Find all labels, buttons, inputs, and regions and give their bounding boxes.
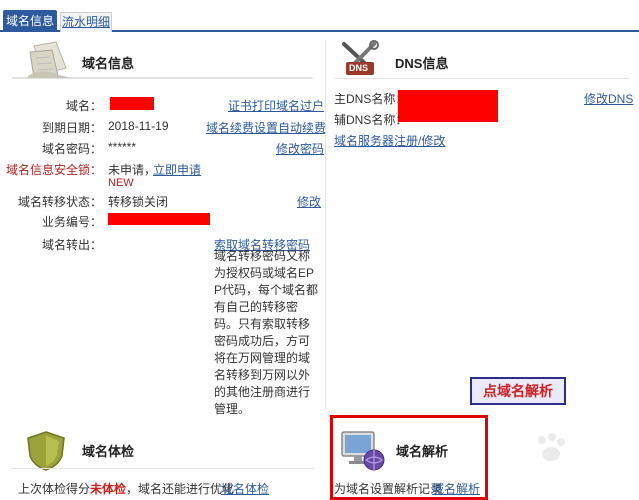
transfer-out-label: 域名转出：: [41, 238, 102, 252]
domain-name-redacted: [110, 97, 154, 110]
click-resolve-callout: 点域名解析: [470, 377, 566, 405]
domain-password-value: ******: [108, 140, 137, 154]
dns-info-title: DNS信息: [395, 56, 449, 71]
modify-dns-link[interactable]: 修改DNS: [584, 90, 633, 107]
business-number-label: 业务编号：: [41, 215, 102, 229]
tab-transaction-details[interactable]: 流水明细: [60, 12, 112, 32]
primary-dns-label: 主DNS名称：: [334, 92, 408, 106]
domain-password-label: 域名密码：: [41, 142, 102, 156]
health-check-link[interactable]: 域名体检: [221, 480, 269, 497]
baidu-paw-icon: [538, 433, 565, 461]
dns-icon-label: DNS: [349, 63, 369, 73]
health-check-prefix: 上次体检得分: [18, 482, 91, 496]
expire-date-value: 2018-11-19: [108, 119, 169, 133]
tab-domain-info[interactable]: 域名信息: [3, 10, 57, 32]
change-password-link[interactable]: 修改密码: [276, 140, 324, 157]
renew-link[interactable]: 域名续费: [206, 119, 254, 136]
security-lock-label: 域名信息安全锁：: [5, 163, 102, 177]
domain-info-title: 域名信息: [82, 56, 135, 71]
domain-transfer-link[interactable]: 域名过户: [276, 97, 324, 114]
print-certificate-link[interactable]: 证书打印: [228, 97, 276, 114]
health-check-score: 未体检: [90, 482, 127, 496]
dns-server-register-link[interactable]: 域名服务器注册/修改: [334, 132, 445, 149]
secondary-dns-label: 辅DNS名称：: [334, 113, 408, 127]
domain-label: 域名：: [65, 99, 102, 113]
health-check-line: 上次体检得分未体检，域名还能进行优化: [18, 480, 234, 497]
health-check-divider: [12, 468, 314, 469]
dns-values-redacted: [398, 90, 498, 122]
tab-bar: 域名信息 流水明细: [0, 0, 639, 32]
auto-renew-link[interactable]: 设置自动续费: [254, 119, 326, 136]
transfer-status-value: 转移锁关闭: [108, 195, 169, 209]
shield-icon: [27, 431, 65, 471]
dns-info-divider: [334, 78, 630, 79]
dns-tools-icon: [342, 40, 379, 75]
health-check-title: 域名体检: [82, 444, 135, 459]
apply-now-link[interactable]: 立即申请: [153, 161, 201, 178]
panel-vertical-divider: [325, 40, 326, 410]
expire-date-label: 到期日期：: [41, 121, 102, 135]
domain-info-divider: [12, 78, 314, 79]
new-badge: NEW: [108, 177, 134, 189]
health-check-suffix: ，域名还能进行优化: [126, 482, 235, 496]
document-icon: [28, 41, 70, 79]
business-number-redacted: [108, 213, 210, 225]
security-lock-value: 未申请，: [108, 163, 157, 177]
transfer-status-label: 域名转移状态：: [17, 195, 102, 209]
resolve-highlight-box: [330, 415, 488, 500]
modify-transfer-link[interactable]: 修改: [297, 193, 321, 210]
transfer-code-description: 域名转移密码又称为授权码或域名EPP代码，每个域名都有自己的转移密码。只有索取转…: [214, 249, 319, 416]
